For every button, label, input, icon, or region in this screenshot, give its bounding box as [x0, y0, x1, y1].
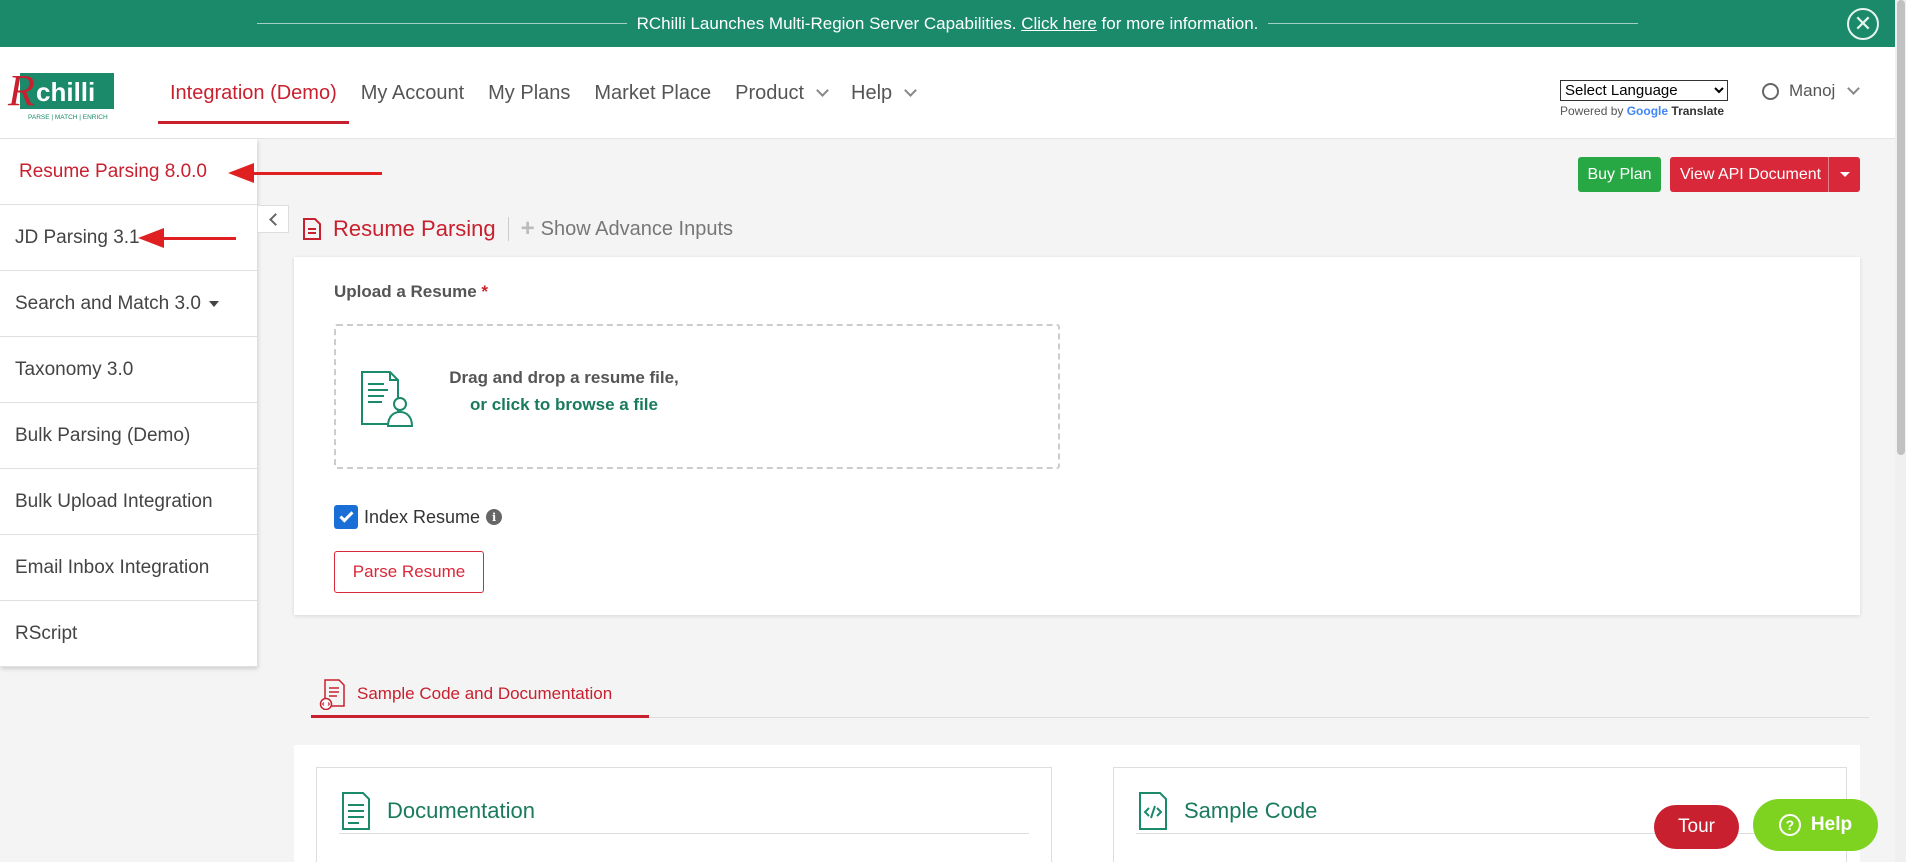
buy-plan-button[interactable]: Buy Plan — [1578, 157, 1661, 192]
sidebar-item-rscript[interactable]: RScript — [0, 601, 257, 667]
announcement-banner: RChilli Launches Multi-Region Server Cap… — [0, 0, 1895, 47]
sample-code-card: Sample Code — [1113, 767, 1847, 862]
tab-sample-code-documentation[interactable]: Sample Code and Documentation — [311, 672, 649, 718]
banner-text: RChilli Launches Multi-Region Server Cap… — [636, 13, 1259, 33]
logo-tagline: PARSE | MATCH | ENRICH — [28, 114, 108, 121]
sample-tabs: Sample Code and Documentation — [311, 672, 1869, 718]
sample-code-icon — [1139, 791, 1167, 830]
page-scrollbar[interactable] — [1895, 0, 1906, 862]
parse-resume-button[interactable]: Parse Resume — [334, 551, 484, 593]
language-select[interactable]: Select Language — [1560, 80, 1728, 101]
user-menu[interactable]: Manoj — [1762, 81, 1861, 101]
view-api-label: View API Document — [1680, 165, 1822, 183]
nav-help[interactable]: Help — [839, 47, 927, 139]
api-dropdown-toggle[interactable] — [1828, 157, 1860, 192]
nav-integration-demo[interactable]: Integration (Demo) — [158, 47, 349, 139]
help-button[interactable]: ? Help — [1753, 799, 1878, 851]
title-divider — [507, 217, 509, 241]
sidebar-item-email-inbox[interactable]: Email Inbox Integration — [0, 535, 257, 601]
rchilli-logo[interactable]: R chilli PARSE | MATCH | ENRICH — [6, 63, 118, 123]
page-title: Resume Parsing — [333, 216, 496, 241]
close-icon[interactable]: ✕ — [1847, 8, 1879, 40]
sidebar-item-bulk-parsing[interactable]: Bulk Parsing (Demo) — [0, 403, 257, 469]
chevron-down-icon — [1847, 81, 1861, 95]
index-resume-row: Index Resume i — [334, 505, 503, 529]
documentation-icon — [342, 791, 370, 830]
banner-link[interactable]: Click here — [1021, 14, 1097, 33]
google-translate-credit: Powered by Google Translate — [1560, 104, 1725, 118]
annotation-arrow — [228, 163, 382, 183]
index-resume-label: Index Resume — [364, 506, 481, 527]
documentation-card: Documentation — [316, 767, 1052, 862]
logo-r-glyph: R — [7, 66, 35, 115]
chevron-down-icon — [904, 83, 918, 97]
user-icon — [1762, 82, 1779, 100]
dropzone-text: Drag and drop a resume file, or click to… — [439, 364, 689, 418]
language-selector: Select Language Powered by Google Transl… — [1560, 80, 1728, 118]
scrollbar-thumb[interactable] — [1897, 0, 1905, 455]
main-header: R chilli PARSE | MATCH | ENRICH Integrat… — [0, 47, 1895, 139]
sidebar-item-taxonomy[interactable]: Taxonomy 3.0 — [0, 337, 257, 403]
nav-product[interactable]: Product — [723, 47, 839, 139]
documentation-section: Documentation Sample Code — [294, 745, 1860, 862]
checkmark-icon — [338, 508, 354, 523]
document-icon — [303, 218, 321, 240]
caret-down-icon — [208, 300, 219, 307]
plus-icon: + — [520, 215, 535, 242]
annotation-arrow — [138, 228, 236, 248]
sidebar-collapse-button[interactable] — [257, 205, 289, 233]
index-resume-checkbox[interactable] — [334, 505, 358, 529]
show-advance-inputs[interactable]: + Show Advance Inputs — [521, 215, 733, 243]
code-document-icon — [319, 678, 345, 710]
upload-card: Upload a Resume * Drag and drop a resume… — [294, 257, 1860, 615]
nav-market-place[interactable]: Market Place — [582, 47, 723, 139]
upload-resume-label: Upload a Resume * — [334, 282, 489, 301]
banner-rule-left — [256, 23, 627, 24]
top-nav: Integration (Demo) My Account My Plans M… — [158, 47, 927, 139]
documentation-title: Documentation — [387, 797, 535, 823]
sidebar-item-search-match[interactable]: Search and Match 3.0 — [0, 271, 257, 337]
chevron-left-icon — [268, 212, 282, 226]
user-name: Manoj — [1789, 81, 1836, 100]
nav-my-plans[interactable]: My Plans — [476, 47, 582, 139]
info-icon[interactable]: i — [486, 509, 503, 525]
resume-dropzone[interactable]: Drag and drop a resume file, or click to… — [334, 324, 1060, 469]
view-api-document-button[interactable]: View API Document — [1670, 157, 1860, 192]
nav-my-account[interactable]: My Account — [349, 47, 476, 139]
sidebar: Resume Parsing 8.0.0 JD Parsing 3.1 Sear… — [0, 139, 257, 667]
sidebar-item-resume-parsing[interactable]: Resume Parsing 8.0.0 — [0, 139, 257, 205]
resume-file-icon — [361, 371, 414, 427]
tour-button[interactable]: Tour — [1654, 805, 1739, 849]
caret-down-icon — [1839, 172, 1850, 177]
sidebar-item-bulk-upload[interactable]: Bulk Upload Integration — [0, 469, 257, 535]
question-icon: ? — [1778, 814, 1801, 836]
browse-file-link[interactable]: or click to browse a file — [439, 391, 689, 418]
banner-rule-right — [1268, 23, 1639, 24]
page-title-row: Resume Parsing + Show Advance Inputs — [303, 215, 733, 243]
sample-code-title: Sample Code — [1184, 797, 1318, 823]
chevron-down-icon — [816, 83, 829, 97]
logo-wordmark: chilli — [36, 77, 95, 107]
